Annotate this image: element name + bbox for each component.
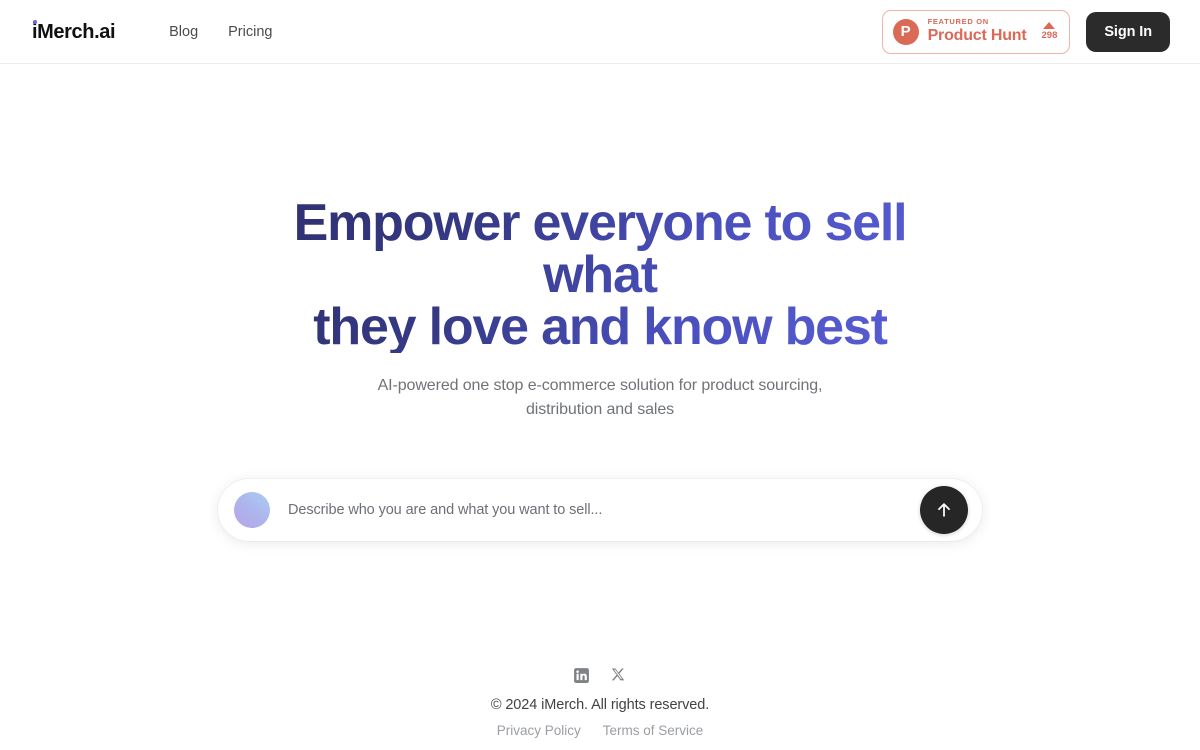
sign-in-button[interactable]: Sign In	[1086, 11, 1170, 52]
avatar	[234, 491, 270, 528]
product-hunt-featured-label: FEATURED ON	[927, 17, 989, 27]
legal-links: Privacy Policy Terms of Service	[0, 723, 1200, 738]
nav-item-blog[interactable]: Blog	[169, 24, 198, 40]
terms-of-service-link[interactable]: Terms of Service	[603, 723, 704, 738]
arrow-up-icon	[938, 502, 950, 517]
site-footer: © 2024 iMerch. All rights reserved. Priv…	[0, 667, 1200, 738]
logo-dot-icon	[33, 19, 37, 24]
product-hunt-text: FEATURED ON Product Hunt	[928, 18, 1027, 44]
linkedin-link[interactable]	[573, 667, 590, 684]
page-title: Empower everyone to sell what they love …	[250, 197, 950, 353]
upvote-triangle-icon	[1043, 22, 1056, 30]
product-hunt-upvotes[interactable]: 298	[1041, 22, 1058, 42]
hero-subtitle: AI-powered one stop e-commerce solution …	[377, 377, 823, 419]
product-hunt-icon: P	[892, 18, 919, 45]
site-header: iMerch.ai Blog Pricing P FEATURED ON Pro…	[0, 0, 1200, 64]
x-twitter-icon	[611, 668, 625, 681]
linkedin-icon	[574, 668, 589, 683]
product-hunt-name: Product Hunt	[927, 26, 1027, 44]
prompt-section	[218, 478, 982, 541]
copyright: © 2024 iMerch. All rights reserved.	[490, 697, 710, 713]
submit-button[interactable]	[920, 485, 968, 534]
privacy-policy-link[interactable]: Privacy Policy	[497, 723, 581, 738]
product-hunt-badge[interactable]: P FEATURED ON Product Hunt 298	[881, 9, 1071, 54]
main-nav: Blog Pricing	[169, 24, 272, 40]
prompt-box[interactable]	[218, 478, 982, 541]
x-twitter-link[interactable]	[610, 667, 627, 684]
upvote-count: 298	[1041, 30, 1058, 42]
logo[interactable]: iMerch.ai	[32, 19, 116, 43]
header-actions: P FEATURED ON Product Hunt 298 Sign In	[881, 9, 1170, 54]
nav-item-pricing[interactable]: Pricing	[228, 24, 272, 40]
headline-line-1: Empower everyone to sell what	[293, 194, 907, 304]
prompt-input[interactable]	[288, 501, 920, 518]
logo-text: iMerch.ai	[32, 20, 116, 43]
headline-line-2: they love and know best	[313, 298, 887, 356]
social-links	[0, 667, 1200, 684]
hero-section: Empower everyone to sell what they love …	[0, 64, 1200, 541]
